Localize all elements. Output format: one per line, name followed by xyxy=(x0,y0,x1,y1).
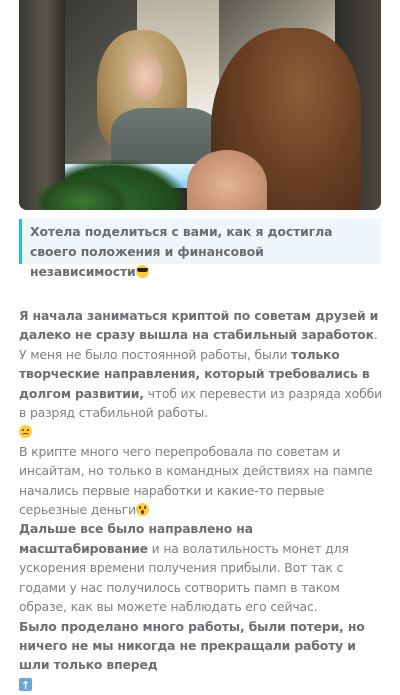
hero-photo xyxy=(19,0,381,210)
photo-reflection-face xyxy=(127,52,163,100)
quote-text: Хотела поделиться с вами, как я достигла… xyxy=(30,224,333,279)
sunglasses-icon xyxy=(135,265,149,278)
p4-bold: Было проделано много работы, были потери… xyxy=(19,618,365,673)
intro-quote: Хотела поделиться с вами, как я достигла… xyxy=(19,219,381,279)
paragraph-1: Я начала заниматься криптой по советам д… xyxy=(19,306,385,442)
p1-bold-a: Я начала заниматься криптой по советам д… xyxy=(19,308,379,343)
sad-face-icon xyxy=(19,425,32,439)
p2-text: В крипте много чего перепробовала по сов… xyxy=(19,443,373,518)
surprised-face-icon xyxy=(136,503,150,517)
top-arrow-icon xyxy=(19,676,32,695)
paragraph-4: Было проделано много работы, были потери… xyxy=(19,617,385,695)
paragraph-3: Дальше все было направлено на масштабиро… xyxy=(19,519,385,616)
paragraph-2: В крипте много чего перепробовала по сов… xyxy=(19,442,385,520)
article-body: Я начала заниматься криптой по советам д… xyxy=(19,306,385,695)
intro-quote-text: Хотела поделиться с вами, как я достигла… xyxy=(30,222,371,282)
article-page: Хотела поделиться с вами, как я достигла… xyxy=(0,0,400,695)
photo-plant-2 xyxy=(37,178,127,210)
